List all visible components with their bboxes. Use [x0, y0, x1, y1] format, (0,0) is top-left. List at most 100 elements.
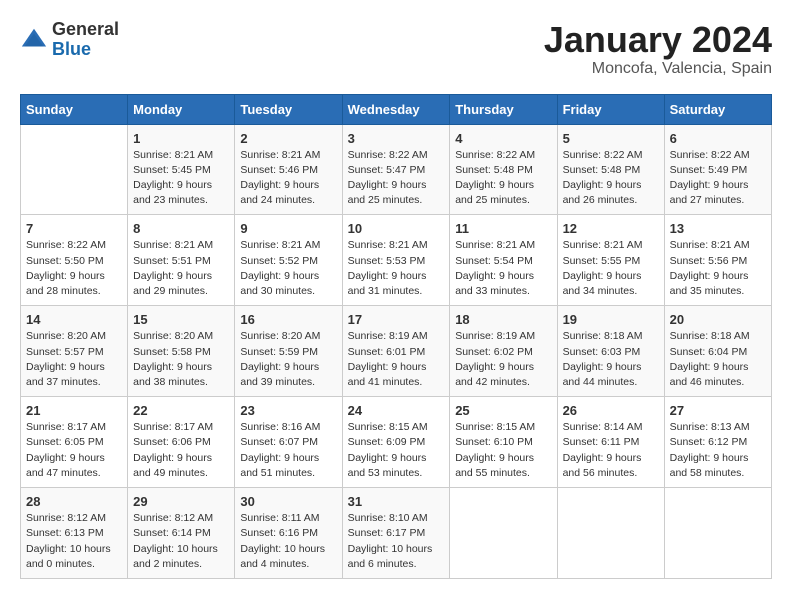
day-info: Sunrise: 8:16 AMSunset: 6:07 PMDaylight:…: [240, 420, 336, 481]
calendar-cell: 12 Sunrise: 8:21 AMSunset: 5:55 PMDayligh…: [557, 215, 664, 306]
day-info: Sunrise: 8:19 AMSunset: 6:01 PMDaylight:…: [348, 329, 445, 390]
header-wednesday: Wednesday: [342, 94, 450, 124]
day-info: Sunrise: 8:22 AMSunset: 5:48 PMDaylight:…: [455, 148, 551, 209]
day-number: 4: [455, 131, 551, 146]
calendar-week-row: 1 Sunrise: 8:21 AMSunset: 5:45 PMDaylight…: [21, 124, 772, 215]
calendar-cell: 10 Sunrise: 8:21 AMSunset: 5:53 PMDayligh…: [342, 215, 450, 306]
day-number: 7: [26, 221, 122, 236]
calendar-cell: 30 Sunrise: 8:11 AMSunset: 6:16 PMDayligh…: [235, 488, 342, 579]
calendar-cell: 13Sunrise: 8:21 AMSunset: 5:56 PMDayligh…: [664, 215, 771, 306]
logo-general-text: General: [52, 20, 119, 40]
day-number: 21: [26, 403, 122, 418]
day-info: Sunrise: 8:22 AMSunset: 5:50 PMDaylight:…: [26, 238, 122, 299]
calendar-cell: 22Sunrise: 8:17 AMSunset: 6:06 PMDayligh…: [128, 397, 235, 488]
day-number: 16: [240, 312, 336, 327]
calendar-week-row: 7 Sunrise: 8:22 AMSunset: 5:50 PMDaylight…: [21, 215, 772, 306]
title-block: January 2024 Moncofa, Valencia, Spain: [544, 20, 772, 78]
day-info: Sunrise: 8:14 AMSunset: 6:11 PMDaylight:…: [563, 420, 659, 481]
calendar-cell: 31 Sunrise: 8:10 AMSunset: 6:17 PMDayligh…: [342, 488, 450, 579]
calendar-cell: 15 Sunrise: 8:20 AMSunset: 5:58 PMDayligh…: [128, 306, 235, 397]
day-number: 25: [455, 403, 551, 418]
header-monday: Monday: [128, 94, 235, 124]
day-info: Sunrise: 8:21 AMSunset: 5:54 PMDaylight:…: [455, 238, 551, 299]
day-number: 8: [133, 221, 229, 236]
day-info: Sunrise: 8:22 AMSunset: 5:48 PMDaylight:…: [563, 148, 659, 209]
day-number: 3: [348, 131, 445, 146]
day-number: 2: [240, 131, 336, 146]
logo-icon: [20, 26, 48, 54]
calendar-week-row: 28 Sunrise: 8:12 AMSunset: 6:13 PMDayligh…: [21, 488, 772, 579]
calendar-cell: [557, 488, 664, 579]
page-header: General Blue January 2024 Moncofa, Valen…: [20, 20, 772, 78]
calendar-cell: 26 Sunrise: 8:14 AMSunset: 6:11 PMDayligh…: [557, 397, 664, 488]
day-info: Sunrise: 8:21 AMSunset: 5:52 PMDaylight:…: [240, 238, 336, 299]
calendar-cell: 11Sunrise: 8:21 AMSunset: 5:54 PMDayligh…: [450, 215, 557, 306]
day-info: Sunrise: 8:17 AMSunset: 6:05 PMDaylight:…: [26, 420, 122, 481]
day-number: 5: [563, 131, 659, 146]
day-number: 26: [563, 403, 659, 418]
day-number: 1: [133, 131, 229, 146]
day-info: Sunrise: 8:12 AMSunset: 6:13 PMDaylight:…: [26, 511, 122, 572]
month-title: January 2024: [544, 20, 772, 60]
day-number: 17: [348, 312, 445, 327]
calendar-week-row: 21 Sunrise: 8:17 AMSunset: 6:05 PMDayligh…: [21, 397, 772, 488]
day-info: Sunrise: 8:21 AMSunset: 5:55 PMDaylight:…: [563, 238, 659, 299]
day-number: 31: [348, 494, 445, 509]
calendar-cell: 17 Sunrise: 8:19 AMSunset: 6:01 PMDayligh…: [342, 306, 450, 397]
calendar-header-row: SundayMondayTuesdayWednesdayThursdayFrid…: [21, 94, 772, 124]
day-info: Sunrise: 8:20 AMSunset: 5:57 PMDaylight:…: [26, 329, 122, 390]
day-info: Sunrise: 8:21 AMSunset: 5:53 PMDaylight:…: [348, 238, 445, 299]
day-number: 9: [240, 221, 336, 236]
calendar-cell: 14 Sunrise: 8:20 AMSunset: 5:57 PMDayligh…: [21, 306, 128, 397]
day-number: 10: [348, 221, 445, 236]
day-number: 6: [670, 131, 766, 146]
day-info: Sunrise: 8:15 AMSunset: 6:09 PMDaylight:…: [348, 420, 445, 481]
day-info: Sunrise: 8:22 AMSunset: 5:49 PMDaylight:…: [670, 148, 766, 209]
day-number: 14: [26, 312, 122, 327]
header-saturday: Saturday: [664, 94, 771, 124]
day-info: Sunrise: 8:21 AMSunset: 5:45 PMDaylight:…: [133, 148, 229, 209]
day-number: 22: [133, 403, 229, 418]
day-number: 28: [26, 494, 122, 509]
day-number: 27: [670, 403, 766, 418]
calendar-cell: 20Sunrise: 8:18 AMSunset: 6:04 PMDayligh…: [664, 306, 771, 397]
calendar-cell: 23Sunrise: 8:16 AMSunset: 6:07 PMDayligh…: [235, 397, 342, 488]
day-info: Sunrise: 8:11 AMSunset: 6:16 PMDaylight:…: [240, 511, 336, 572]
calendar-cell: [450, 488, 557, 579]
day-info: Sunrise: 8:12 AMSunset: 6:14 PMDaylight:…: [133, 511, 229, 572]
day-info: Sunrise: 8:21 AMSunset: 5:46 PMDaylight:…: [240, 148, 336, 209]
day-info: Sunrise: 8:20 AMSunset: 5:59 PMDaylight:…: [240, 329, 336, 390]
day-info: Sunrise: 8:21 AMSunset: 5:51 PMDaylight:…: [133, 238, 229, 299]
day-info: Sunrise: 8:18 AMSunset: 6:04 PMDaylight:…: [670, 329, 766, 390]
day-number: 30: [240, 494, 336, 509]
day-number: 18: [455, 312, 551, 327]
header-tuesday: Tuesday: [235, 94, 342, 124]
calendar-cell: 25 Sunrise: 8:15 AMSunset: 6:10 PMDayligh…: [450, 397, 557, 488]
day-number: 24: [348, 403, 445, 418]
calendar-cell: 29 Sunrise: 8:12 AMSunset: 6:14 PMDayligh…: [128, 488, 235, 579]
calendar-cell: 1 Sunrise: 8:21 AMSunset: 5:45 PMDaylight…: [128, 124, 235, 215]
day-info: Sunrise: 8:10 AMSunset: 6:17 PMDaylight:…: [348, 511, 445, 572]
calendar-cell: 28 Sunrise: 8:12 AMSunset: 6:13 PMDayligh…: [21, 488, 128, 579]
day-info: Sunrise: 8:18 AMSunset: 6:03 PMDaylight:…: [563, 329, 659, 390]
calendar-cell: 24 Sunrise: 8:15 AMSunset: 6:09 PMDayligh…: [342, 397, 450, 488]
calendar-cell: 6 Sunrise: 8:22 AMSunset: 5:49 PMDaylight…: [664, 124, 771, 215]
header-friday: Friday: [557, 94, 664, 124]
logo-blue-text: Blue: [52, 40, 119, 60]
calendar-cell: 21 Sunrise: 8:17 AMSunset: 6:05 PMDayligh…: [21, 397, 128, 488]
location-title: Moncofa, Valencia, Spain: [544, 60, 772, 78]
calendar-cell: [664, 488, 771, 579]
calendar-cell: 5 Sunrise: 8:22 AMSunset: 5:48 PMDaylight…: [557, 124, 664, 215]
day-number: 15: [133, 312, 229, 327]
day-number: 29: [133, 494, 229, 509]
calendar-cell: 9 Sunrise: 8:21 AMSunset: 5:52 PMDaylight…: [235, 215, 342, 306]
day-info: Sunrise: 8:15 AMSunset: 6:10 PMDaylight:…: [455, 420, 551, 481]
day-number: 12: [563, 221, 659, 236]
logo: General Blue: [20, 20, 119, 60]
header-thursday: Thursday: [450, 94, 557, 124]
calendar-cell: 18Sunrise: 8:19 AMSunset: 6:02 PMDayligh…: [450, 306, 557, 397]
day-info: Sunrise: 8:20 AMSunset: 5:58 PMDaylight:…: [133, 329, 229, 390]
calendar-cell: 7 Sunrise: 8:22 AMSunset: 5:50 PMDaylight…: [21, 215, 128, 306]
day-info: Sunrise: 8:22 AMSunset: 5:47 PMDaylight:…: [348, 148, 445, 209]
header-sunday: Sunday: [21, 94, 128, 124]
